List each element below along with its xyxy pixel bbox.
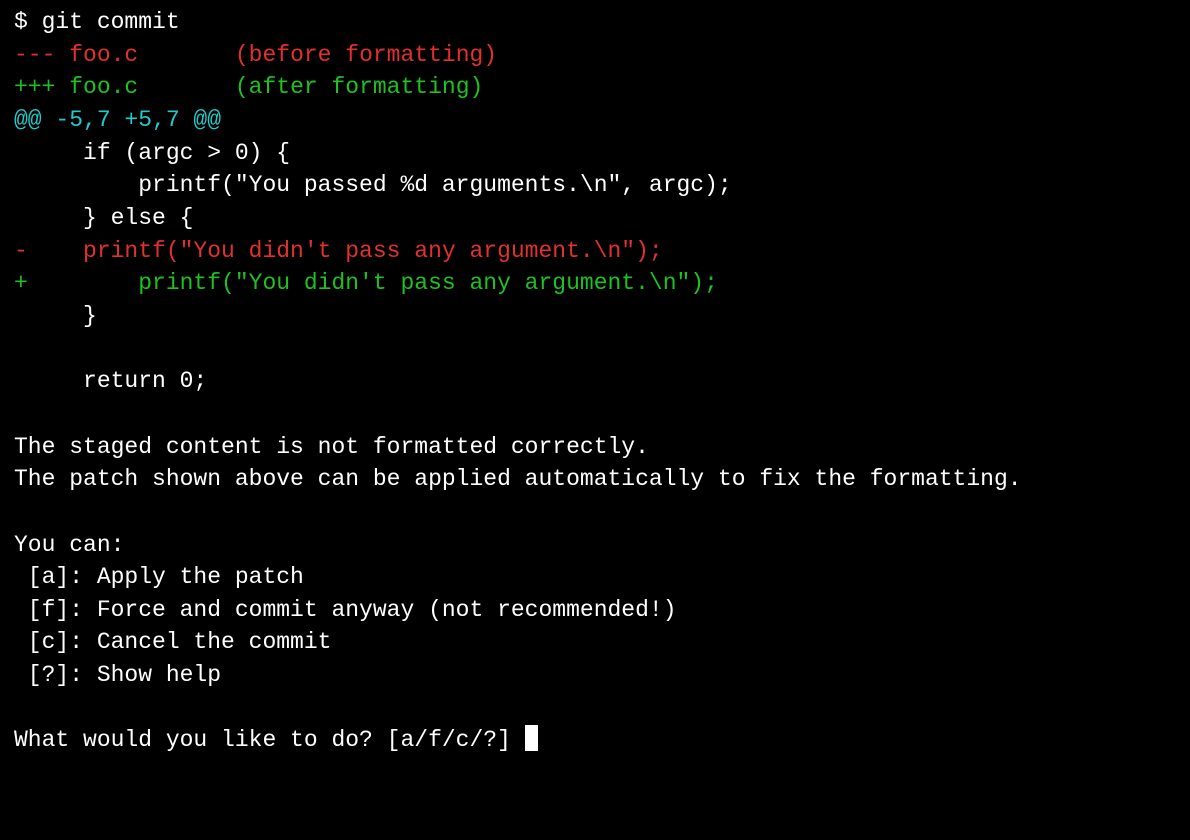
diff-context-line-6: return 0;	[14, 368, 207, 394]
diff-added-line: + printf("You didn't pass any argument.\…	[14, 270, 718, 296]
diff-header-before-marker: ---	[14, 42, 69, 68]
cursor-icon[interactable]	[525, 725, 538, 751]
diff-context-line-2: printf("You passed %d arguments.\n", arg…	[14, 172, 732, 198]
options-header: You can:	[14, 532, 124, 558]
diff-context-line-5	[14, 336, 28, 362]
diff-header-before-file: foo.c	[69, 42, 138, 68]
diff-context-line-4: }	[14, 303, 97, 329]
diff-hunk-header: @@ -5,7 +5,7 @@	[14, 107, 221, 133]
diff-removed-line: - printf("You didn't pass any argument.\…	[14, 238, 663, 264]
diff-header-after-marker: +++	[14, 74, 69, 100]
option-force: [f]: Force and commit anyway (not recomm…	[14, 597, 677, 623]
message-line-2: The patch shown above can be applied aut…	[14, 466, 1022, 492]
option-apply: [a]: Apply the patch	[14, 564, 304, 590]
option-cancel: [c]: Cancel the commit	[14, 629, 331, 655]
option-help: [?]: Show help	[14, 662, 221, 688]
diff-header-after-file: foo.c	[69, 74, 138, 100]
prompt-question: What would you like to do? [a/f/c/?]	[14, 727, 525, 753]
command-text: git commit	[42, 9, 180, 35]
prompt-symbol: $	[14, 9, 42, 35]
diff-context-line-1: if (argc > 0) {	[14, 140, 290, 166]
diff-header-after-spacing	[138, 74, 235, 100]
message-line-1: The staged content is not formatted corr…	[14, 434, 649, 460]
diff-header-after-label: (after formatting)	[235, 74, 483, 100]
diff-header-before-spacing	[138, 42, 235, 68]
diff-context-line-3: } else {	[14, 205, 193, 231]
diff-header-before-label: (before formatting)	[235, 42, 497, 68]
